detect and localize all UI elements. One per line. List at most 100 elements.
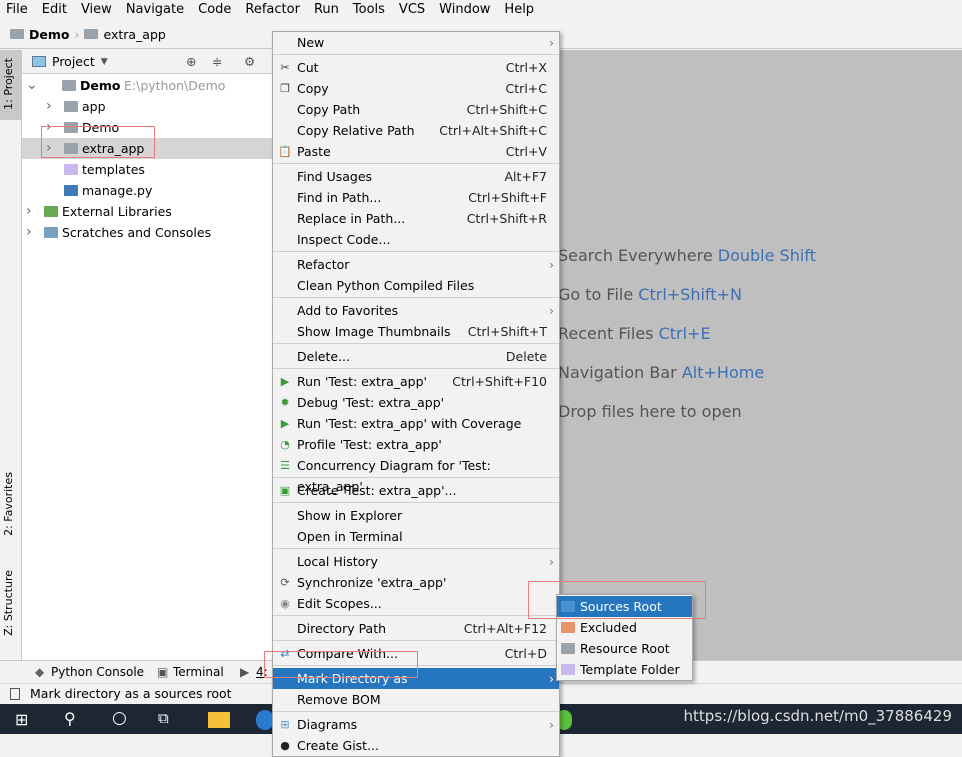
menu-item-profile-test-extra-app[interactable]: ◔ Profile 'Test: extra_app' bbox=[273, 434, 559, 455]
task-view-icon[interactable]: ⧉ bbox=[158, 709, 169, 727]
menu-help[interactable]: Help bbox=[504, 0, 534, 20]
tree-item[interactable]: ⌄ Demo E:\python\Demo bbox=[22, 75, 272, 96]
menu-file[interactable]: File bbox=[6, 0, 28, 20]
gear-icon[interactable]: ⚙ bbox=[244, 54, 255, 69]
menu-item-directory-path[interactable]: Directory Path Ctrl+Alt+F12 bbox=[273, 618, 559, 639]
tree-item[interactable]: › External Libraries bbox=[22, 201, 272, 222]
menu-item-diagrams[interactable]: ⊞ Diagrams › bbox=[273, 714, 559, 735]
scratches-icon bbox=[44, 227, 58, 238]
menu-item-paste[interactable]: 📋 Paste Ctrl+V bbox=[273, 141, 559, 162]
tab-run[interactable]: 4: bbox=[256, 665, 268, 679]
menu-item-icon: ✹ bbox=[280, 396, 290, 409]
watermark: https://blog.csdn.net/m0_37886429 bbox=[683, 707, 952, 725]
hint-text: Drop files here to open bbox=[558, 402, 742, 421]
breadcrumb-folder[interactable]: extra_app bbox=[103, 27, 165, 42]
submenu-arrow-icon: › bbox=[549, 717, 554, 732]
menu-item-delete[interactable]: Delete... Delete bbox=[273, 346, 559, 367]
submenu-item-template-folder[interactable]: Template Folder bbox=[557, 659, 692, 680]
menu-edit[interactable]: Edit bbox=[42, 0, 67, 20]
menu-item-clean-python-compiled-files[interactable]: Clean Python Compiled Files bbox=[273, 275, 559, 296]
menu-vcs[interactable]: VCS bbox=[399, 0, 425, 20]
menu-item-edit-scopes[interactable]: ◉ Edit Scopes... bbox=[273, 593, 559, 614]
menu-item-cut[interactable]: ✂ Cut Ctrl+X bbox=[273, 57, 559, 78]
context-menu: New › ✂ Cut Ctrl+X ❐ Copy Ctrl+C Copy Path Ctrl+S… bbox=[272, 31, 560, 757]
menu-item-add-to-favorites[interactable]: Add to Favorites › bbox=[273, 300, 559, 321]
folder-icon bbox=[64, 122, 78, 133]
menu-code[interactable]: Code bbox=[198, 0, 231, 20]
folder-icon bbox=[64, 101, 78, 112]
menu-item-mark-directory-as[interactable]: Mark Directory as › bbox=[273, 668, 559, 689]
project-view-icon bbox=[32, 56, 46, 67]
tool-tab-project[interactable]: 1: Project bbox=[2, 58, 15, 110]
menu-item-label: Profile 'Test: extra_app' bbox=[297, 437, 442, 452]
menu-item-create-gist[interactable]: ● Create Gist... bbox=[273, 735, 559, 756]
tree-item[interactable]: › Scratches and Consoles bbox=[22, 222, 272, 243]
menu-item-icon: ◉ bbox=[280, 597, 290, 610]
menu-item-run-test-extra-app[interactable]: ▶ Run 'Test: extra_app' Ctrl+Shift+F10 bbox=[273, 371, 559, 392]
submenu-item-sources-root[interactable]: Sources Root bbox=[557, 596, 692, 617]
breadcrumb-separator-icon: › bbox=[74, 26, 80, 42]
folder-icon bbox=[561, 622, 575, 633]
menu-item-replace-in-path[interactable]: Replace in Path... Ctrl+Shift+R bbox=[273, 208, 559, 229]
search-icon[interactable]: ⚲ bbox=[64, 709, 76, 728]
menu-item-synchronize-extra-app[interactable]: ⟳ Synchronize 'extra_app' bbox=[273, 572, 559, 593]
windows-start-icon[interactable]: ⊞ bbox=[15, 710, 28, 729]
menu-item-local-history[interactable]: Local History › bbox=[273, 551, 559, 572]
menu-item-find-in-path[interactable]: Find in Path... Ctrl+Shift+F bbox=[273, 187, 559, 208]
menu-window[interactable]: Window bbox=[439, 0, 490, 20]
cortana-icon[interactable]: ○ bbox=[112, 708, 127, 728]
menu-navigate[interactable]: Navigate bbox=[126, 0, 184, 20]
file-explorer-icon[interactable] bbox=[208, 712, 230, 728]
menu-item-label: Compare With... bbox=[297, 646, 398, 661]
menu-item-run-test-extra-app-with-coverage[interactable]: ▶ Run 'Test: extra_app' with Coverage bbox=[273, 413, 559, 434]
menu-item-label: Run 'Test: extra_app' bbox=[297, 374, 427, 389]
expand-arrow-icon[interactable]: ⌄ bbox=[26, 75, 38, 96]
tree-item[interactable]: manage.py bbox=[22, 180, 272, 201]
menu-refactor[interactable]: Refactor bbox=[245, 0, 300, 20]
menu-item-label: Find in Path... bbox=[297, 190, 382, 205]
chevron-down-icon[interactable]: ▼ bbox=[101, 57, 108, 67]
tree-item[interactable]: › Demo bbox=[22, 117, 272, 138]
menu-item-find-usages[interactable]: Find Usages Alt+F7 bbox=[273, 166, 559, 187]
breadcrumb-project[interactable]: Demo bbox=[29, 27, 69, 42]
tab-python-console[interactable]: Python Console bbox=[51, 665, 144, 679]
expand-arrow-icon[interactable]: › bbox=[46, 96, 52, 117]
collapse-all-icon[interactable]: ≑ bbox=[212, 54, 222, 69]
menu-tools[interactable]: Tools bbox=[353, 0, 385, 20]
menu-run[interactable]: Run bbox=[314, 0, 339, 20]
menu-item-show-in-explorer[interactable]: Show in Explorer bbox=[273, 505, 559, 526]
submenu-item-resource-root[interactable]: Resource Root bbox=[557, 638, 692, 659]
menu-item-new[interactable]: New › bbox=[273, 32, 559, 53]
expand-arrow-icon[interactable]: › bbox=[46, 117, 52, 138]
expand-arrow-icon[interactable]: › bbox=[26, 201, 32, 222]
tree-item[interactable]: › extra_app bbox=[22, 138, 272, 159]
menu-item-concurrency-diagram-for-test-extra-app[interactable]: ☰ Concurrency Diagram for 'Test: extra_ap… bbox=[273, 455, 559, 494]
tree-item[interactable]: templates bbox=[22, 159, 272, 180]
menu-item-copy[interactable]: ❐ Copy Ctrl+C bbox=[273, 78, 559, 99]
project-panel: Project ▼ ⊕ ≑ ⚙ ⌄ Demo E:\python\Demo › app ›… bbox=[22, 50, 272, 660]
expand-arrow-icon[interactable]: › bbox=[26, 222, 32, 243]
tab-terminal[interactable]: Terminal bbox=[173, 665, 224, 679]
hint-shortcut: Double Shift bbox=[717, 246, 816, 265]
locate-icon[interactable]: ⊕ bbox=[186, 54, 196, 69]
menu-item-create-test-extra-app[interactable]: ▣ Create 'Test: extra_app'... bbox=[273, 480, 559, 501]
tree-item[interactable]: › app bbox=[22, 96, 272, 117]
menu-item-remove-bom[interactable]: Remove BOM bbox=[273, 689, 559, 710]
menu-item-refactor[interactable]: Refactor › bbox=[273, 254, 559, 275]
menu-item-open-in-terminal[interactable]: Open in Terminal bbox=[273, 526, 559, 547]
menu-item-debug-test-extra-app[interactable]: ✹ Debug 'Test: extra_app' bbox=[273, 392, 559, 413]
menu-item-shortcut: Ctrl+Shift+F bbox=[468, 190, 547, 205]
expand-arrow-icon[interactable]: › bbox=[46, 138, 52, 159]
tool-tab-favorites[interactable]: 2: Favorites bbox=[2, 472, 15, 536]
menu-view[interactable]: View bbox=[81, 0, 112, 20]
project-view-dropdown[interactable]: Project bbox=[52, 54, 95, 69]
editor-hint: Recent Files Ctrl+E bbox=[558, 324, 711, 343]
menu-item-inspect-code[interactable]: Inspect Code... bbox=[273, 229, 559, 250]
status-toggle-icon[interactable] bbox=[10, 688, 20, 700]
menu-item-compare-with[interactable]: ⇄ Compare With... Ctrl+D bbox=[273, 643, 559, 664]
tool-tab-structure[interactable]: Z: Structure bbox=[2, 570, 15, 636]
submenu-item-excluded[interactable]: Excluded bbox=[557, 617, 692, 638]
menu-item-copy-relative-path[interactable]: Copy Relative Path Ctrl+Alt+Shift+C bbox=[273, 120, 559, 141]
menu-item-copy-path[interactable]: Copy Path Ctrl+Shift+C bbox=[273, 99, 559, 120]
menu-item-show-image-thumbnails[interactable]: Show Image Thumbnails Ctrl+Shift+T bbox=[273, 321, 559, 342]
